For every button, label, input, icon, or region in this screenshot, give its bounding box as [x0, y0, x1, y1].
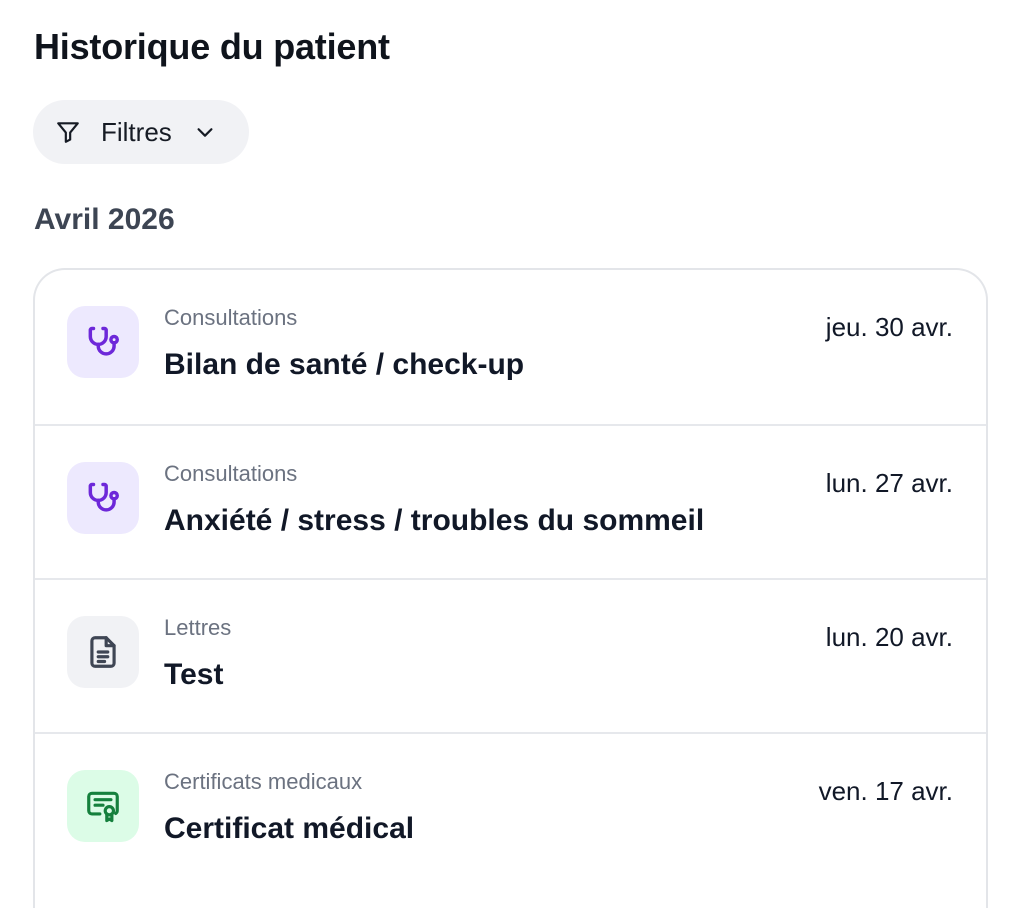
funnel-icon [57, 122, 79, 143]
entry-category: Consultations [164, 461, 298, 486]
entry-date: lun. 27 avr. [825, 468, 953, 498]
history-entry[interactable]: Lettres Test lun. 20 avr. [35, 578, 986, 734]
entry-icon-tile [67, 770, 139, 842]
document-icon [90, 636, 116, 668]
patient-history-page: Historique du patient Filtres Avril 2026… [0, 0, 1022, 908]
entry-date: lun. 20 avr. [825, 622, 953, 652]
month-heading: Avril 2026 [34, 203, 175, 236]
entry-category: Consultations [164, 305, 298, 330]
entry-category: Certificats medicaux [164, 769, 363, 794]
page-title: Historique du patient [34, 26, 390, 67]
certificate-icon [87, 791, 119, 823]
chevron-down-icon [197, 128, 213, 137]
entry-title: Certificat médical [164, 812, 415, 845]
entry-date: jeu. 30 avr. [825, 312, 953, 342]
stethoscope-icon [88, 482, 119, 512]
history-entry[interactable]: Consultations Bilan de santé / check-up … [35, 270, 986, 424]
entry-date: ven. 17 avr. [818, 776, 953, 806]
entry-title: Bilan de santé / check-up [164, 348, 525, 381]
entry-icon-tile [67, 616, 139, 688]
entry-icon-tile [67, 462, 139, 534]
filters-label: Filtres [101, 116, 172, 147]
stethoscope-icon [88, 326, 119, 356]
history-entry[interactable]: Consultations Anxiété / stress / trouble… [35, 424, 986, 580]
entry-icon-tile [67, 306, 139, 378]
filters-button[interactable]: Filtres [33, 100, 249, 164]
history-entry[interactable]: Certificats medicaux Certificat médical … [35, 732, 986, 888]
entry-category: Lettres [164, 615, 232, 640]
history-list: Consultations Bilan de santé / check-up … [33, 268, 988, 908]
entry-title: Test [164, 658, 224, 691]
entry-title: Anxiété / stress / troubles du sommeil [164, 504, 705, 537]
